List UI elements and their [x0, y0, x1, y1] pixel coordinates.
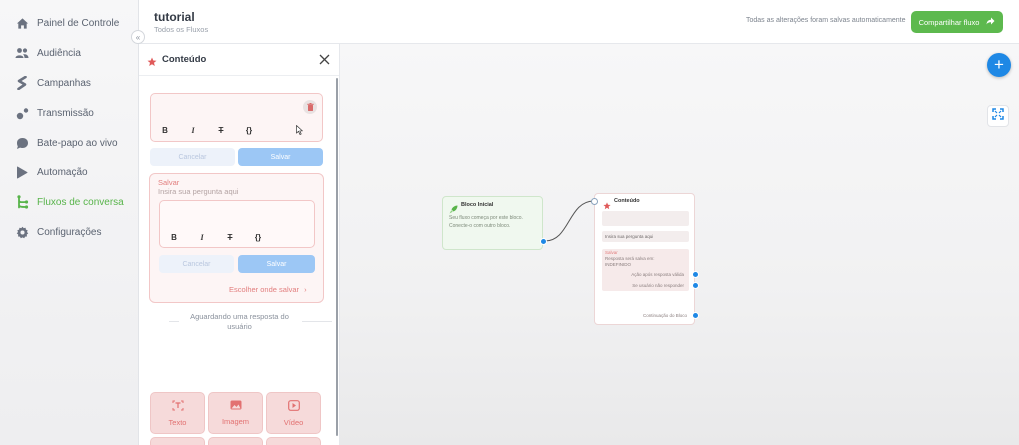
add-image-button[interactable]: Imagem: [208, 392, 263, 434]
sidebar-item-settings[interactable]: Configurações: [0, 218, 139, 246]
content-node[interactable]: Conteúdo Insira sua pergunta aqui Salvar…: [591, 193, 699, 325]
variable-button[interactable]: {}: [244, 233, 272, 242]
content-type-button[interactable]: [266, 437, 321, 445]
content-node-title: Conteúdo: [614, 198, 640, 204]
page-title: tutorial: [154, 10, 195, 24]
flow-canvas[interactable]: + Bloco Inicial Seu fluxo começa por est…: [340, 44, 1019, 445]
sidebar-item-live-chat[interactable]: Bate-papo ao vivo: [0, 129, 139, 157]
question-placeholder[interactable]: Insira sua pergunta aqui: [158, 187, 238, 196]
continuation-port[interactable]: [692, 312, 699, 319]
content-node-input-port[interactable]: [591, 198, 598, 205]
content-node-text-preview: [602, 211, 689, 226]
choose-save-label: Escolher onde salvar: [229, 285, 300, 294]
start-node[interactable]: Bloco Inicial Seu fluxo começa por este …: [442, 196, 547, 250]
share-flow-label: Compartilhar fluxo: [918, 17, 980, 27]
mouse-cursor-icon: [296, 122, 304, 140]
content-node-question: Insira sua pergunta aqui: [602, 231, 689, 242]
sidebar-item-label: Automação: [37, 166, 88, 178]
text-icon: [172, 400, 184, 413]
image-icon: [230, 400, 242, 412]
sidebar-item-campaigns[interactable]: Campanhas: [0, 69, 139, 97]
double-chevron-left-icon: «: [135, 32, 141, 42]
question-save-button[interactable]: Salvar: [238, 255, 315, 273]
question-card: Salvar Insira sua pergunta aqui B I T {}…: [149, 173, 324, 303]
italic-button[interactable]: I: [188, 233, 216, 242]
bold-button[interactable]: B: [151, 126, 179, 135]
content-node-save-label: Salvar: [605, 250, 618, 255]
format-toolbar: B I T {}: [160, 233, 272, 242]
star-icon: [147, 54, 157, 72]
format-toolbar: B I T {}: [151, 126, 263, 135]
content-type-button[interactable]: [150, 437, 205, 445]
sidebar-item-label: Campanhas: [37, 77, 91, 89]
panel-title: Conteúdo: [162, 54, 207, 65]
text-editor-block[interactable]: B I T {}: [150, 93, 323, 142]
flow-icon: [15, 195, 29, 209]
sidebar-item-label: Audiência: [37, 47, 81, 59]
sidebar-item-audience[interactable]: Audiência: [0, 39, 139, 67]
variable-button[interactable]: {}: [235, 126, 263, 135]
campaigns-icon: [15, 76, 29, 90]
share-flow-button[interactable]: Compartilhar fluxo: [911, 11, 1003, 33]
start-node-title: Bloco Inicial: [461, 202, 494, 208]
content-panel: Conteúdo B I T {} Cancelar Salvar Salvar…: [139, 44, 340, 445]
autosave-status: Todas as alterações foram salvas automat…: [746, 17, 906, 24]
save-button[interactable]: Salvar: [238, 148, 323, 166]
sidebar-item-label: Painel de Controle: [37, 17, 120, 29]
sidebar-item-flows[interactable]: Fluxos de conversa: [0, 188, 139, 216]
sidebar: Painel de Controle Audiência Campanhas T…: [0, 0, 139, 445]
panel-scrollbar[interactable]: [336, 78, 338, 436]
strikethrough-button[interactable]: T: [207, 126, 235, 135]
content-node-save-text: Resposta será salva em: INDEFINIDO: [605, 256, 655, 267]
video-label: Vídeo: [283, 417, 304, 427]
add-video-button[interactable]: Vídeo: [266, 392, 321, 434]
video-icon: [287, 399, 300, 413]
waiting-reply-text: Aguardando uma resposta do usuário: [139, 312, 339, 332]
share-arrow-icon: [986, 17, 995, 27]
close-icon[interactable]: [319, 53, 330, 67]
trash-icon: [306, 98, 314, 116]
waiting-reply-label: Aguardando uma resposta do usuário: [190, 312, 289, 331]
sidebar-item-label: Configurações: [37, 226, 102, 238]
add-text-button[interactable]: Texto: [150, 392, 205, 434]
sidebar-item-label: Transmissão: [37, 107, 94, 119]
sidebar-item-label: Fluxos de conversa: [37, 196, 124, 208]
content-type-button[interactable]: [208, 437, 263, 445]
automation-icon: [15, 165, 29, 179]
chevron-right-icon: ›: [304, 285, 307, 294]
users-icon: [15, 46, 29, 60]
question-cancel-button[interactable]: Cancelar: [159, 255, 234, 273]
continuation-label: Continuação do Bloco: [642, 313, 687, 318]
output-valid-label: Ação após resposta válida: [631, 272, 684, 277]
top-header: tutorial Todos os Fluxos Todas as altera…: [139, 0, 1019, 44]
bold-button[interactable]: B: [160, 233, 188, 242]
broadcast-icon: [15, 106, 29, 120]
sidebar-item-automation[interactable]: Automação: [0, 158, 139, 186]
sidebar-item-broadcast[interactable]: Transmissão: [0, 99, 139, 127]
start-node-description: Seu fluxo começa por este bloco. Conecte…: [449, 215, 523, 229]
question-save-label: Salvar: [158, 178, 180, 187]
output-no-reply-port[interactable]: [692, 282, 699, 289]
italic-button[interactable]: I: [179, 126, 207, 135]
text-label: Texto: [168, 417, 187, 427]
home-icon: [15, 16, 29, 30]
output-valid-port[interactable]: [692, 271, 699, 278]
breadcrumb-all-flows[interactable]: Todos os Fluxos: [154, 25, 208, 34]
image-label: Imagem: [221, 417, 250, 426]
strikethrough-button[interactable]: T: [216, 233, 244, 242]
question-editor[interactable]: B I T {}: [159, 200, 315, 248]
chat-icon: [15, 136, 29, 150]
content-node-save-section: Salvar Resposta será salva em: INDEFINID…: [602, 249, 689, 291]
cancel-button[interactable]: Cancelar: [150, 148, 235, 166]
choose-save-location-link[interactable]: Escolher onde salvar ›: [229, 285, 307, 294]
delete-block-button[interactable]: [303, 100, 317, 114]
sidebar-item-dashboard[interactable]: Painel de Controle: [0, 9, 139, 37]
output-no-reply-label: Se usuário não responder: [632, 283, 684, 288]
start-node-output-port[interactable]: [540, 238, 547, 245]
panel-header: Conteúdo: [139, 44, 339, 76]
sidebar-item-label: Bate-papo ao vivo: [37, 137, 118, 149]
collapse-sidebar-button[interactable]: «: [131, 30, 145, 44]
gear-icon: [15, 225, 29, 239]
